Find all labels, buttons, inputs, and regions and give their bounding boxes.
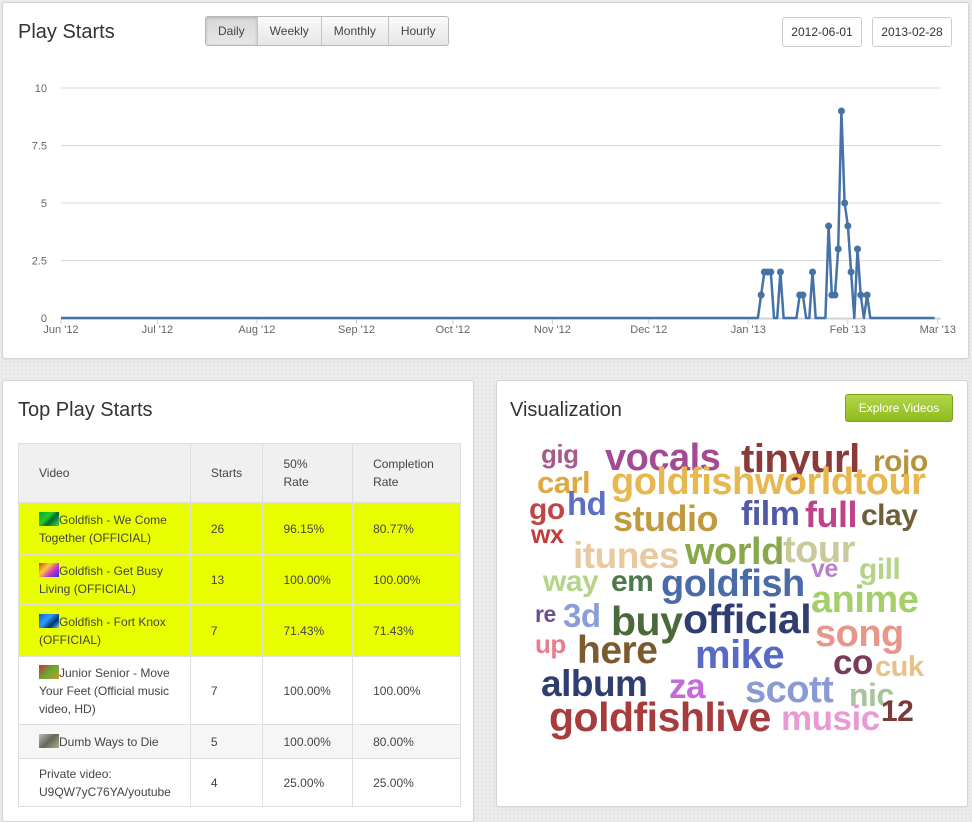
completion-rate-cell: 25.00% <box>352 758 461 807</box>
video-thumbnail <box>39 511 59 526</box>
top-play-starts-panel: Top Play Starts Video Starts 50% Rate Co… <box>2 380 474 822</box>
visualization-title: Visualization <box>510 399 622 421</box>
x-tick-label: Dec '12 <box>630 324 667 336</box>
data-point[interactable] <box>799 291 807 299</box>
starts-cell: 26 <box>189 502 264 555</box>
data-point[interactable] <box>841 199 849 207</box>
x-tick-label: Oct '12 <box>436 324 471 336</box>
completion-rate-cell: 80.00% <box>352 724 461 759</box>
tag-word[interactable]: goldfishlive <box>549 697 771 738</box>
play-starts-chart: 02.557.510 Jun '12 Jul '12 Aug '12 Sep '12 O… <box>32 83 956 336</box>
tag-word[interactable]: full <box>805 497 857 533</box>
tag-word[interactable]: em <box>611 567 654 597</box>
data-point[interactable] <box>857 291 865 299</box>
completion-rate-cell: 100.00% <box>352 554 461 605</box>
completion-rate-cell: 71.43% <box>352 604 461 657</box>
starts-cell: 7 <box>189 656 264 725</box>
x-tick-label: Jul '12 <box>142 324 173 336</box>
starts-cell: 7 <box>189 604 264 657</box>
video-cell: Goldfish - Fort Knox (OFFICIAL) <box>18 604 191 657</box>
tag-word[interactable]: film <box>741 497 800 531</box>
tag-word[interactable]: music <box>781 701 880 736</box>
series-line <box>61 109 935 320</box>
column-header-video[interactable]: Video <box>18 443 191 503</box>
data-point[interactable] <box>831 291 839 299</box>
data-point[interactable] <box>767 268 775 276</box>
video-title-link[interactable]: Dumb Ways to Die <box>59 735 159 749</box>
top-play-starts-title: Top Play Starts <box>18 399 153 421</box>
x-tick-label: Sep '12 <box>338 324 375 336</box>
rate-50-cell: 71.43% <box>262 604 354 657</box>
x-tick-label: Jan '13 <box>731 324 766 336</box>
completion-rate-cell: 100.00% <box>352 656 461 725</box>
column-header-starts[interactable]: Starts <box>189 443 264 503</box>
tag-word[interactable]: way <box>543 567 599 597</box>
column-header-50-rate[interactable]: 50% Rate <box>262 443 354 503</box>
x-tick-label: Nov '12 <box>534 324 571 336</box>
y-tick-label: 2.5 <box>32 256 47 268</box>
video-cell: Goldfish - Get Busy Living (OFFICIAL) <box>18 554 191 605</box>
data-point[interactable] <box>844 222 852 230</box>
starts-cell: 4 <box>189 758 264 807</box>
video-title-link[interactable]: Private video: U9QW7yC76YA/youtube <box>39 767 171 799</box>
data-point[interactable] <box>847 268 855 276</box>
data-point[interactable] <box>809 268 817 276</box>
x-tick-label: Feb '13 <box>830 324 866 336</box>
table-row[interactable]: Goldfish - Fort Knox (OFFICIAL) 7 71.43% 71… <box>18 604 461 657</box>
video-thumbnail <box>39 562 59 577</box>
tag-word[interactable]: 12 <box>881 697 914 727</box>
video-cell: Junior Senior - Move Your Feet (Official… <box>18 656 191 725</box>
x-tick-label: Jun '12 <box>43 324 78 336</box>
tag-word[interactable]: re <box>535 603 556 626</box>
tag-word[interactable]: hd <box>567 487 607 520</box>
y-tick-label: 5 <box>41 198 47 210</box>
table-row[interactable]: Private video: U9QW7yC76YA/youtube 4 25.00… <box>18 758 461 807</box>
table-row[interactable]: Goldfish - Get Busy Living (OFFICIAL) 13 1… <box>18 554 461 605</box>
rate-50-cell: 25.00% <box>262 758 354 807</box>
x-tick-label: Aug '12 <box>238 324 275 336</box>
y-tick-label: 7.5 <box>32 141 47 153</box>
tag-word[interactable]: clay <box>861 501 918 531</box>
data-point[interactable] <box>863 291 871 299</box>
video-thumbnail <box>39 733 59 748</box>
data-point[interactable] <box>825 222 833 230</box>
video-title-link[interactable]: Junior Senior - Move Your Feet (Official… <box>39 666 170 716</box>
tag-word[interactable]: up <box>535 631 566 657</box>
rate-50-cell: 96.15% <box>262 502 354 555</box>
rate-50-cell: 100.00% <box>262 724 354 759</box>
x-tick-label: Mar '13 <box>920 324 956 336</box>
table-row[interactable]: Dumb Ways to Die 5 100.00% 80.00% <box>18 724 461 759</box>
data-point[interactable] <box>834 245 842 253</box>
video-title-link[interactable]: Goldfish - We Come Together (OFFICIAL) <box>39 513 167 545</box>
completion-rate-cell: 80.77% <box>352 502 461 555</box>
play-starts-panel: Play Starts Daily Weekly Monthly Hourly … <box>2 2 969 359</box>
table-row[interactable]: Goldfish - We Come Together (OFFICIAL) 26… <box>18 502 461 555</box>
column-header-completion-rate[interactable]: Completion Rate <box>352 443 461 503</box>
top-videos-table: Video Starts 50% Rate Completion Rate Go… <box>18 443 461 807</box>
tag-word-cloud: gig vocals tinyurl rojo carl goldfishworldtou… <box>525 439 945 759</box>
data-point[interactable] <box>853 245 861 253</box>
video-cell: Private video: U9QW7yC76YA/youtube <box>18 758 191 807</box>
video-thumbnail <box>39 664 59 679</box>
tag-word[interactable]: gig <box>541 441 579 467</box>
table-header-row: Video Starts 50% Rate Completion Rate <box>18 443 461 503</box>
visualization-panel: Visualization Explore Videos gig vocals ti… <box>496 380 968 807</box>
starts-cell: 13 <box>189 554 264 605</box>
tag-word[interactable]: 3d <box>563 599 601 632</box>
data-point[interactable] <box>757 291 765 299</box>
rate-50-cell: 100.00% <box>262 554 354 605</box>
video-thumbnail <box>39 613 59 628</box>
data-point[interactable] <box>776 268 784 276</box>
video-cell: Goldfish - We Come Together (OFFICIAL) <box>18 502 191 555</box>
y-tick-label: 10 <box>35 83 47 95</box>
tag-word[interactable]: co <box>833 645 873 680</box>
table-row[interactable]: Junior Senior - Move Your Feet (Official… <box>18 656 461 725</box>
tag-word[interactable]: wx <box>531 523 564 548</box>
data-point[interactable] <box>837 107 845 115</box>
rate-50-cell: 100.00% <box>262 656 354 725</box>
explore-videos-button[interactable]: Explore Videos <box>845 394 953 422</box>
starts-cell: 5 <box>189 724 264 759</box>
video-cell: Dumb Ways to Die <box>18 724 191 759</box>
